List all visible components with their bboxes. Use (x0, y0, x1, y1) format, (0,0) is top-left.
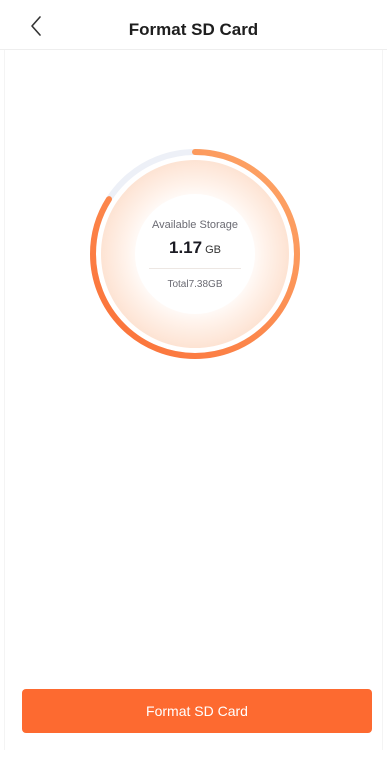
format-sd-card-button[interactable]: Format SD Card (22, 689, 372, 733)
available-storage-value: 1.17 GB (87, 238, 303, 258)
right-edge-divider (382, 50, 383, 750)
available-storage-label: Available Storage (151, 219, 239, 231)
storage-ring: Available Storage 1.17 GB Total7.38GB (87, 146, 303, 362)
page-title: Format SD Card (128, 20, 259, 39)
available-value-unit: GB (205, 244, 221, 256)
app-header: Format SD Card (0, 0, 387, 50)
available-value-number: 1.17 (169, 238, 203, 257)
storage-divider (149, 268, 241, 269)
total-storage-text: Total7.38GB (167, 279, 223, 290)
left-edge-divider (4, 50, 5, 750)
